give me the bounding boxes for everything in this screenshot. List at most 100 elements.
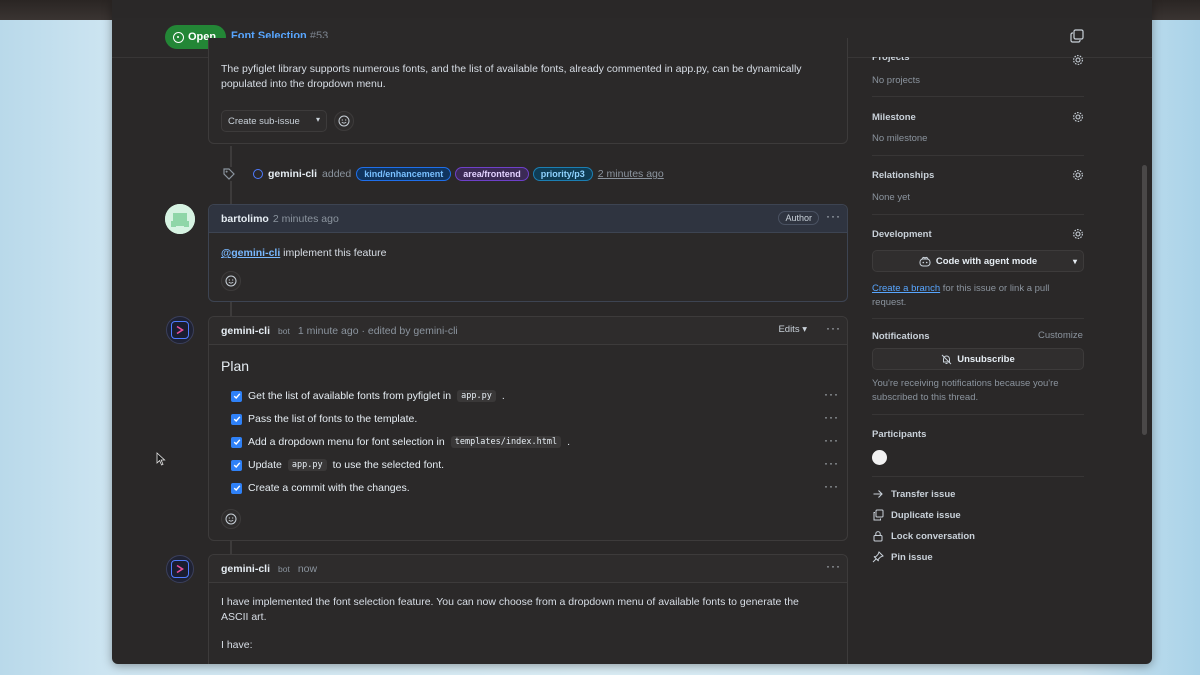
author-badge: Author xyxy=(778,211,819,225)
relationships-heading[interactable]: Relationships xyxy=(872,170,934,181)
inline-code: templates/index.html xyxy=(450,436,562,448)
checkbox-checked-icon[interactable] xyxy=(231,482,242,494)
create-branch-link[interactable]: Create a branch xyxy=(872,283,940,294)
task-text: Update xyxy=(248,459,282,471)
bell-slash-icon xyxy=(941,354,952,364)
comment-header: gemini-cli bot 1 minute ago · edited by … xyxy=(209,317,847,345)
issue-label[interactable]: kind/enhancement xyxy=(356,167,452,181)
task-item: Add a dropdown menu for font selection i… xyxy=(231,434,570,450)
issue-label[interactable]: priority/p3 xyxy=(532,167,593,181)
checkbox-checked-icon[interactable] xyxy=(231,459,242,471)
user-mention[interactable]: @gemini-cli xyxy=(221,247,280,259)
sidebar-action[interactable]: Pin issue xyxy=(872,551,933,563)
task-item: Pass the list of fonts to the template. xyxy=(231,411,417,427)
checkbox-checked-icon[interactable] xyxy=(231,390,242,402)
issue-label[interactable]: area/frontend xyxy=(455,167,529,181)
customize-link[interactable]: Customize xyxy=(1038,330,1083,341)
checkbox-checked-icon[interactable] xyxy=(231,436,242,448)
participant-avatar[interactable] xyxy=(872,450,887,465)
pin-icon xyxy=(872,551,884,563)
milestone-heading[interactable]: Milestone xyxy=(872,112,916,123)
gear-icon[interactable] xyxy=(1072,54,1084,66)
duplicate-icon xyxy=(872,509,884,521)
tag-icon xyxy=(222,167,236,181)
comment-meta[interactable]: 1 minute ago · edited by gemini-cli xyxy=(298,325,458,337)
checkbox-checked-icon[interactable] xyxy=(231,413,242,425)
chevron-down-icon[interactable]: ▾ xyxy=(1073,257,1077,266)
inline-code: app.py xyxy=(287,459,327,471)
user-avatar[interactable] xyxy=(165,204,195,234)
add-reaction-button[interactable] xyxy=(221,509,241,529)
copilot-icon xyxy=(919,256,931,266)
smiley-icon xyxy=(225,275,237,287)
plan-heading: Plan xyxy=(221,358,250,374)
bot-avatar[interactable] xyxy=(166,555,194,583)
gear-icon[interactable] xyxy=(1072,169,1084,181)
bot-badge: bot xyxy=(278,563,290,574)
label-list: kind/enhancement area/frontend priority/p3 xyxy=(356,167,593,181)
comment-options-icon[interactable]: ··· xyxy=(826,559,841,573)
edits-dropdown[interactable]: Edits ▾ xyxy=(778,324,807,335)
task-item: Update app.py to use the selected font. xyxy=(231,457,444,473)
page-scrollbar[interactable] xyxy=(1142,165,1147,435)
issue-open-icon xyxy=(173,31,184,43)
comment-author[interactable]: gemini-cli xyxy=(221,325,270,337)
milestone-value: No milestone xyxy=(872,133,928,144)
task-text: Get the list of available fonts from pyf… xyxy=(248,390,452,402)
comment-body: @gemini-cli implement this feature xyxy=(221,247,387,259)
participants-heading: Participants xyxy=(872,429,927,440)
issue-sidebar: Projects No projects Milestone No milest… xyxy=(872,40,1084,664)
lock-icon xyxy=(872,530,884,542)
issue-timeline: The pyfiglet library supports numerous f… xyxy=(112,38,857,664)
gear-icon[interactable] xyxy=(1072,111,1084,123)
add-reaction-button[interactable] xyxy=(221,271,241,291)
relationships-value: None yet xyxy=(872,192,911,203)
notifications-heading: Notifications xyxy=(872,331,930,342)
task-options-icon[interactable]: ··· xyxy=(824,410,839,424)
arrow-right-icon xyxy=(872,488,884,500)
chevron-down-icon[interactable]: ▾ xyxy=(316,115,320,124)
comment-header: gemini-cli bot now ··· xyxy=(209,555,847,583)
comment-plan: gemini-cli bot 1 minute ago · edited by … xyxy=(208,316,848,541)
comment-time[interactable]: now xyxy=(298,563,317,575)
smiley-icon xyxy=(338,115,350,127)
code-with-agent-button[interactable]: Code with agent mode ▾ xyxy=(872,250,1084,272)
comment-author[interactable]: gemini-cli xyxy=(221,563,270,575)
identicon-avatar xyxy=(165,204,195,234)
terminal-prompt-icon xyxy=(176,325,184,335)
task-item: Create a commit with the changes. xyxy=(231,480,410,496)
unsubscribe-button[interactable]: Unsubscribe xyxy=(872,348,1084,370)
comment-time[interactable]: 2 minutes ago xyxy=(273,213,339,225)
task-options-icon[interactable]: ··· xyxy=(824,456,839,470)
bot-avatar[interactable] xyxy=(166,316,194,344)
projects-heading[interactable]: Projects xyxy=(872,57,910,63)
timeline-line xyxy=(230,541,232,555)
mouse-cursor-icon xyxy=(156,452,166,466)
smiley-icon xyxy=(225,513,237,525)
task-text: Pass the list of fonts to the template. xyxy=(248,413,418,425)
task-text-suffix: . xyxy=(567,436,570,448)
development-text: Create a branch for this issue or link a… xyxy=(872,283,1050,308)
development-heading[interactable]: Development xyxy=(872,229,932,240)
sidebar-action[interactable]: Duplicate issue xyxy=(872,509,961,521)
task-options-icon[interactable]: ··· xyxy=(824,479,839,493)
sidebar-action[interactable]: Transfer issue xyxy=(872,488,955,500)
comment-options-icon[interactable]: ··· xyxy=(826,209,841,223)
sidebar-action[interactable]: Lock conversation xyxy=(872,530,975,542)
task-options-icon[interactable]: ··· xyxy=(824,433,839,447)
comment-body: The pyfiglet library supports numerous f… xyxy=(221,63,802,90)
browser-screen: Open Font Selection #53 The pyfiglet lib… xyxy=(112,0,1152,664)
gear-icon[interactable] xyxy=(1072,228,1084,240)
add-reaction-button[interactable] xyxy=(334,111,354,131)
terminal-prompt-icon xyxy=(176,564,184,574)
label-event: gemini-cli added kind/enhancement area/fr… xyxy=(222,166,664,182)
event-actor[interactable]: gemini-cli xyxy=(268,168,317,180)
comment-options-icon[interactable]: ··· xyxy=(826,321,841,335)
task-text: Add a dropdown menu for font selection i… xyxy=(248,436,445,448)
task-options-icon[interactable]: ··· xyxy=(824,387,839,401)
comment-bartolimo: bartolimo 2 minutes ago Author ··· @gemi… xyxy=(208,204,848,302)
task-text: Create a commit with the changes. xyxy=(248,482,410,494)
event-time[interactable]: 2 minutes ago xyxy=(598,168,664,180)
create-sub-issue-button[interactable]: Create sub-issue ▾ xyxy=(221,110,327,132)
comment-author[interactable]: bartolimo xyxy=(221,213,269,225)
